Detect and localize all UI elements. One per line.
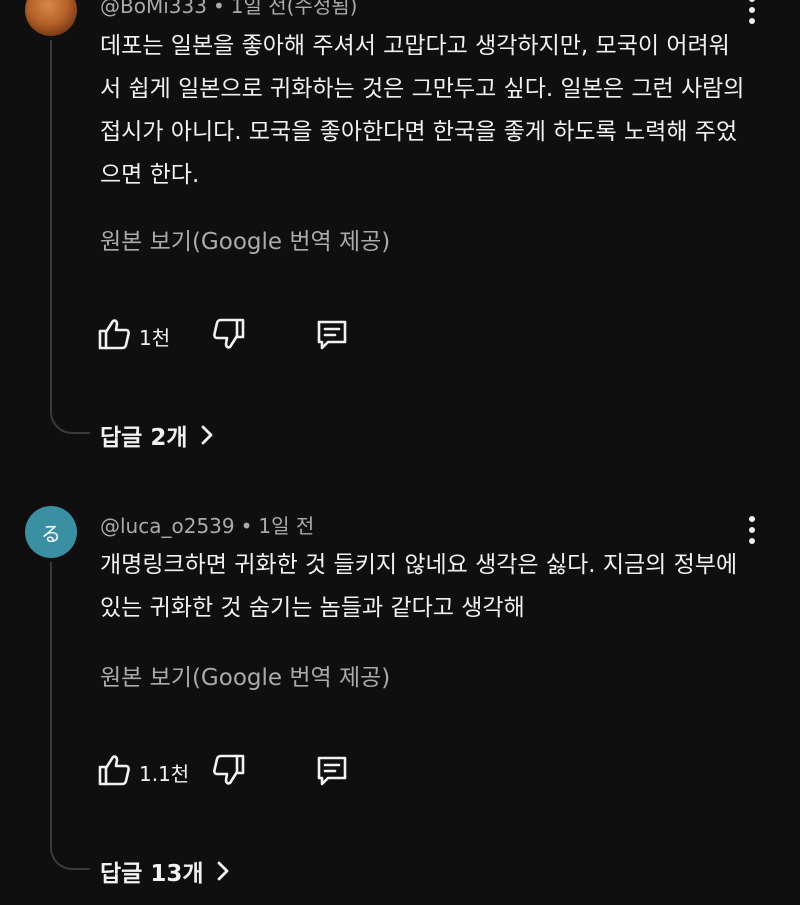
comment-meta: @luca_o2539 • 1일 전 [100, 510, 314, 539]
thumbs-up-icon[interactable] [96, 752, 132, 788]
more-vertical-icon[interactable] [740, 514, 764, 548]
replies-label: 답글 13개 [100, 861, 204, 887]
reply-comment-icon[interactable] [314, 752, 350, 788]
comment-text: 개명링크하면 귀화한 것 들키지 않네요 생각은 싫다. 지금의 정부에 있는 … [100, 552, 738, 621]
comment-item: る @luca_o2539 • 1일 전 개명링크하면 귀화한 것 들키지 않네요 … [0, 0, 800, 905]
like-count: 1.1천 [139, 762, 190, 786]
meta-separator: • [240, 514, 253, 538]
view-replies-button[interactable]: 답글 13개 [100, 854, 230, 888]
comment-author[interactable]: @luca_o2539 [100, 514, 235, 538]
avatar-letter: る [41, 521, 61, 546]
thumbs-down-icon[interactable] [211, 752, 247, 788]
view-original-link[interactable]: 원본 보기(Google 번역 제공) [100, 658, 390, 692]
comment-time[interactable]: 1일 전 [258, 514, 314, 538]
chevron-right-icon [217, 861, 228, 881]
comment-actions: 1.1천 [96, 752, 416, 792]
avatar[interactable]: る [25, 506, 77, 558]
thread-line [50, 562, 90, 870]
